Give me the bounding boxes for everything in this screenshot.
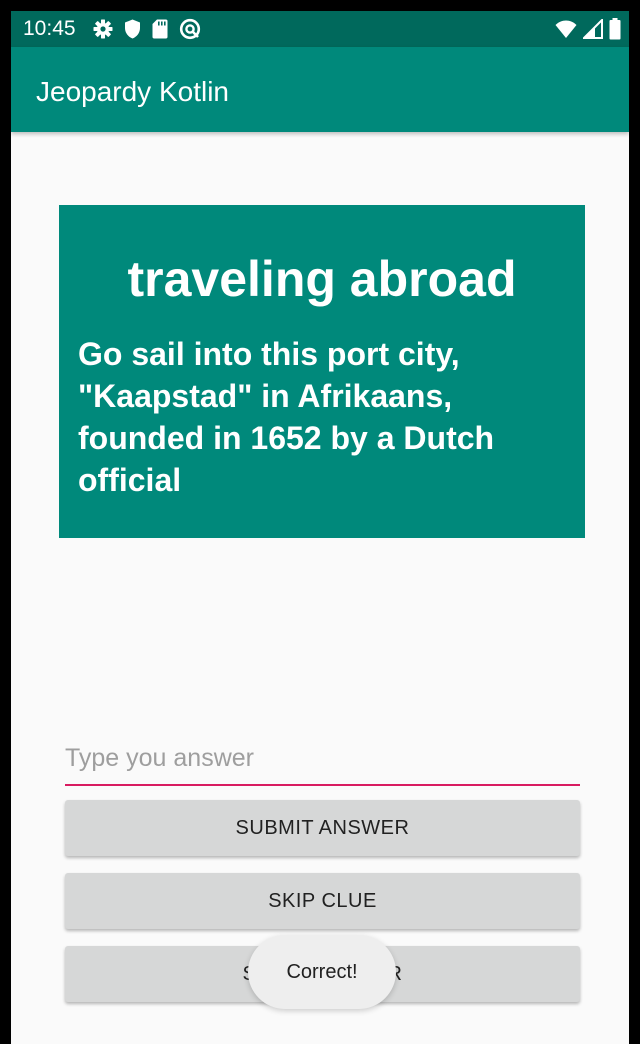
battery-icon: [609, 18, 621, 40]
status-notification-icons: [93, 18, 201, 40]
cellular-signal-icon: [583, 19, 603, 39]
wifi-icon: [555, 19, 577, 39]
sync-blocked-icon: [179, 18, 201, 40]
sd-card-icon: [152, 19, 168, 39]
app-title: Jeopardy Kotlin: [36, 76, 230, 107]
app-screen: 10:45 Jeopardy Kotlin traveling abroad G…: [11, 11, 629, 1044]
submit-answer-button[interactable]: SUBMIT ANSWER: [65, 800, 580, 856]
skip-clue-button[interactable]: SKIP CLUE: [65, 873, 580, 929]
clue-category: traveling abroad: [127, 251, 517, 307]
toast-message: Correct!: [248, 935, 396, 1009]
status-system-icons: [555, 18, 621, 40]
status-bar: 10:45: [11, 11, 629, 47]
gear-icon: [93, 19, 113, 39]
shield-icon: [124, 19, 141, 39]
status-time: 10:45: [23, 17, 76, 40]
clue-card: traveling abroad Go sail into this port …: [59, 205, 585, 538]
answer-input[interactable]: [65, 738, 580, 786]
clue-question: Go sail into this port city, "Kaapstad" …: [78, 336, 495, 498]
app-bar: Jeopardy Kotlin: [11, 47, 629, 132]
